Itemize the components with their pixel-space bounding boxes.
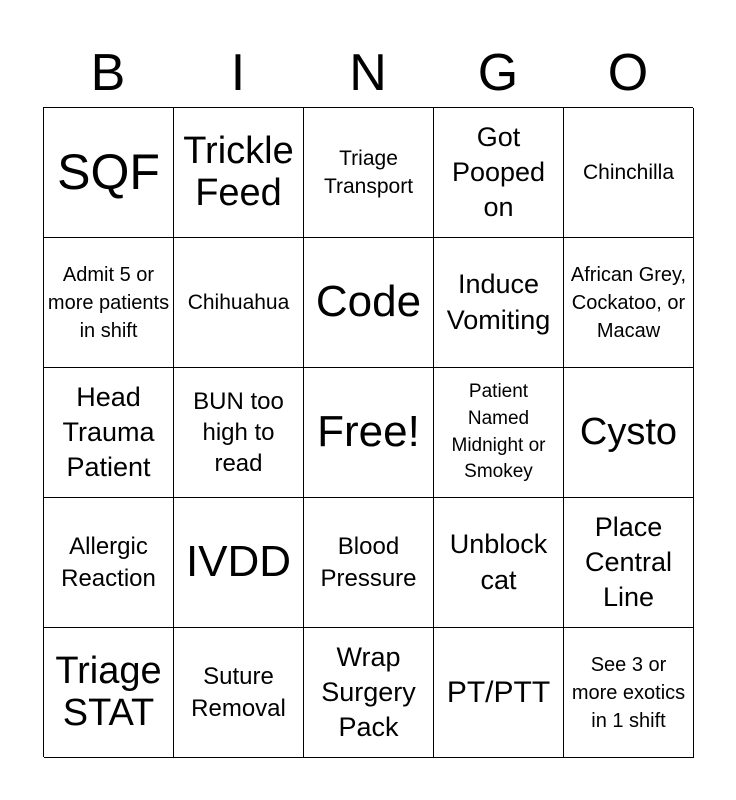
cell-text: Triage Transport xyxy=(323,146,414,198)
header-letter-i: I xyxy=(230,44,246,102)
bingo-cell[interactable]: Trickle Feed xyxy=(174,108,304,238)
bingo-cell[interactable]: Triage Transport xyxy=(304,108,434,238)
cell-text: Suture Removal xyxy=(191,663,286,722)
cell-text: BUN too high to read xyxy=(193,387,284,478)
bingo-cell[interactable]: Code xyxy=(304,238,434,368)
bingo-cell[interactable]: Patient Named Midnight or Smokey xyxy=(434,368,564,498)
bingo-cell[interactable]: Place Central Line xyxy=(564,498,694,628)
bingo-cell[interactable]: Chihuahua xyxy=(174,238,304,368)
cell-text: SQF xyxy=(57,144,160,200)
bingo-cell[interactable]: Chinchilla xyxy=(564,108,694,238)
bingo-cell[interactable]: Blood Pressure xyxy=(304,498,434,628)
cell-text: Patient Named Midnight or Smokey xyxy=(451,381,546,483)
cell-text: IVDD xyxy=(185,537,292,587)
cell-text: Trickle Feed xyxy=(183,129,294,214)
cell-text: Got Pooped on xyxy=(451,121,546,223)
cell-text: Place Central Line xyxy=(584,511,673,613)
cell-text: Cysto xyxy=(579,410,678,453)
cell-text: Code xyxy=(315,277,422,327)
bingo-board: SQF Trickle Feed Triage Transport Got Po… xyxy=(43,107,694,758)
bingo-cell[interactable]: Allergic Reaction xyxy=(44,498,174,628)
header-letter-o: O xyxy=(607,44,649,102)
bingo-cell[interactable]: IVDD xyxy=(174,498,304,628)
cell-text: Wrap Surgery Pack xyxy=(321,641,416,743)
free-space-cell[interactable]: Free! xyxy=(304,368,434,498)
cell-text: Free! xyxy=(317,407,420,457)
header-letter-g: G xyxy=(477,44,519,102)
bingo-cell[interactable]: Triage STAT xyxy=(44,628,174,758)
bingo-cell[interactable]: Admit 5 or more patients in shift xyxy=(44,238,174,368)
bingo-cell[interactable]: Suture Removal xyxy=(174,628,304,758)
cell-text: PT/PTT xyxy=(446,675,551,709)
header-letter-n: N xyxy=(349,44,387,102)
cell-text: African Grey, Cockatoo, or Macaw xyxy=(570,263,687,342)
cell-text: Admit 5 or more patients in shift xyxy=(47,263,170,342)
bingo-cell[interactable]: Got Pooped on xyxy=(434,108,564,238)
bingo-cell[interactable]: Head Trauma Patient xyxy=(44,368,174,498)
bingo-cell[interactable]: Wrap Surgery Pack xyxy=(304,628,434,758)
cell-text: Triage STAT xyxy=(55,649,162,734)
bingo-cell[interactable]: SQF xyxy=(44,108,174,238)
header-letter-b: B xyxy=(90,44,126,102)
cell-text: Induce Vomiting xyxy=(446,269,551,335)
cell-text: Head Trauma Patient xyxy=(62,381,155,483)
cell-text: Blood Pressure xyxy=(320,533,417,592)
bingo-cell[interactable]: Unblock cat xyxy=(434,498,564,628)
bingo-cell[interactable]: BUN too high to read xyxy=(174,368,304,498)
bingo-cell[interactable]: Induce Vomiting xyxy=(434,238,564,368)
cell-text: See 3 or more exotics in 1 shift xyxy=(571,653,686,732)
bingo-cell[interactable]: See 3 or more exotics in 1 shift xyxy=(564,628,694,758)
cell-text: Unblock cat xyxy=(449,529,548,595)
bingo-header: B I N G O xyxy=(43,42,693,104)
bingo-cell[interactable]: PT/PTT xyxy=(434,628,564,758)
cell-text: Chihuahua xyxy=(187,290,290,314)
cell-text: Allergic Reaction xyxy=(61,533,156,592)
bingo-cell[interactable]: African Grey, Cockatoo, or Macaw xyxy=(564,238,694,368)
cell-text: Chinchilla xyxy=(582,160,675,184)
bingo-cell[interactable]: Cysto xyxy=(564,368,694,498)
